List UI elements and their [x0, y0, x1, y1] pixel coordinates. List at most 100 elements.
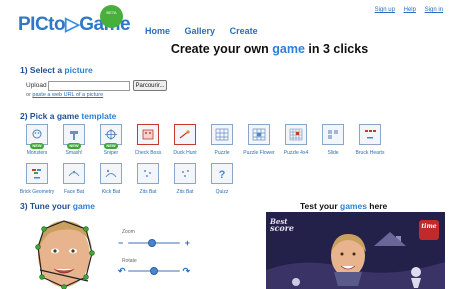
template-thumb — [322, 124, 344, 145]
step2-title-accent: template — [81, 111, 117, 121]
rotate-left-icon[interactable]: ↶ — [118, 266, 126, 276]
zoom-out-icon[interactable]: − — [118, 238, 123, 248]
drag-handle-icon[interactable] — [89, 250, 95, 256]
template-thumb — [137, 124, 159, 145]
template-thumb — [63, 163, 85, 184]
template-quizz[interactable]: ? Quizz — [203, 163, 241, 201]
step1-title: 1) Select a picture — [20, 65, 93, 75]
template-thumb — [174, 163, 196, 184]
paste-url-link[interactable]: paste a web URL of a picture — [32, 92, 103, 98]
template-label: Monsters — [26, 150, 48, 156]
drag-handle-icon[interactable] — [35, 244, 41, 250]
drag-handle-icon[interactable] — [61, 284, 67, 289]
zoom-knob[interactable] — [147, 239, 156, 247]
kick-icon — [105, 169, 117, 178]
template-label: Quizz — [215, 189, 229, 195]
template-sniper[interactable]: NEW Sniper — [92, 124, 130, 162]
template-zits-bat-1[interactable]: Zits Bat — [129, 163, 167, 201]
template-label: Brick Geometry — [19, 189, 55, 195]
logo-arrow-icon: ▷ — [65, 14, 80, 35]
slide-icon — [328, 130, 338, 139]
template-thumb — [100, 163, 122, 184]
step3-title: 3) Tune your game — [20, 201, 95, 211]
step2-title-text: 2) Pick a game — [20, 111, 82, 121]
page-title: Create your own game in 3 clicks — [0, 42, 449, 56]
flower-icon — [252, 128, 266, 141]
face-handles — [35, 226, 95, 289]
template-zits-bat-2[interactable]: Zits Bat — [166, 163, 204, 201]
bricks-icon — [32, 169, 41, 179]
drag-handle-icon[interactable] — [83, 226, 89, 232]
template-puzzle[interactable]: Puzzle — [203, 124, 241, 162]
zoom-slider[interactable]: − + — [118, 238, 190, 248]
new-badge: NEW — [67, 143, 81, 149]
template-puzzle-4x4[interactable]: Puzzle 4x4 — [277, 124, 315, 162]
monster-icon — [32, 129, 42, 139]
template-thumb — [359, 124, 381, 145]
hud-score-label: score — [270, 223, 295, 233]
template-label: Puzzle Flower — [243, 150, 275, 156]
hearts-icon — [365, 130, 376, 139]
headline-text: Create your own — [170, 42, 273, 56]
nav-gallery[interactable]: Gallery — [185, 26, 216, 36]
rotate-knob[interactable] — [150, 267, 158, 275]
browse-button[interactable]: Parcourir... — [133, 80, 167, 91]
template-puzzle-flower[interactable]: Puzzle Flower — [240, 124, 278, 162]
template-duck-hunt[interactable]: Duck Hunt — [166, 124, 204, 162]
zoom-in-icon[interactable]: + — [185, 238, 190, 248]
template-thumb: ? — [211, 163, 233, 184]
test-title-text: Test your — [300, 201, 340, 211]
template-label: Kick Bat — [101, 189, 121, 195]
main-nav: Home Gallery Create — [145, 26, 270, 36]
signup-link[interactable]: Sign up — [375, 7, 395, 13]
nav-home[interactable]: Home — [145, 26, 170, 36]
template-label: Zits Bat — [139, 189, 157, 195]
new-badge: NEW — [30, 143, 44, 149]
hud-time-badge: time — [419, 220, 439, 240]
drag-handle-icon[interactable] — [41, 226, 47, 232]
template-label: Puzzle 4x4 — [283, 150, 309, 156]
drag-handle-icon[interactable] — [83, 274, 89, 280]
template-label: Smash! — [65, 150, 83, 156]
face-editor[interactable] — [28, 215, 100, 289]
help-link[interactable]: Help — [404, 7, 416, 13]
question-mark-icon: ? — [219, 169, 226, 180]
template-slide[interactable]: Slide — [314, 124, 352, 162]
template-kick-bat[interactable]: Kick Bat — [92, 163, 130, 201]
test-title: Test your games here — [300, 201, 387, 211]
game-preview[interactable]: Best score time — [266, 212, 445, 289]
headline-tail: in 3 clicks — [304, 42, 369, 56]
rotate-label: Rotate — [122, 258, 137, 264]
template-bruck-hearts[interactable]: Bruck Hearts — [351, 124, 389, 162]
account-links: Sign up Help Sign in — [368, 7, 443, 13]
rotate-slider[interactable]: ↶ ↷ — [118, 266, 190, 276]
template-face-bat[interactable]: Face Bat — [55, 163, 93, 201]
template-label: Bruck Hearts — [355, 150, 385, 156]
upload-file-input[interactable] — [48, 81, 130, 91]
rotate-right-icon[interactable]: ↷ — [182, 266, 190, 276]
template-thumb — [26, 163, 48, 184]
template-label: Face Bat — [63, 189, 84, 195]
template-monsters[interactable]: NEW Monsters — [18, 124, 56, 162]
nav-create[interactable]: Create — [230, 26, 258, 36]
puzzle-4x4-icon — [289, 128, 303, 141]
step3-title-text: 3) Tune your — [20, 201, 73, 211]
test-title-tail: here — [366, 201, 388, 211]
template-smash[interactable]: NEW Smash! — [55, 124, 93, 162]
step1-title-text: 1) Select a — [20, 65, 65, 75]
template-label: Sniper — [103, 150, 119, 156]
template-brick-geometry[interactable]: Brick Geometry — [18, 163, 56, 201]
duck-icon — [179, 130, 190, 139]
logo-text: PICto — [18, 14, 66, 35]
beta-badge: BETA — [100, 5, 123, 28]
template-thumb — [211, 124, 233, 145]
new-badge: NEW — [104, 143, 118, 149]
step2-title: 2) Pick a game template — [20, 111, 116, 121]
template-check-boss[interactable]: Check Boss — [129, 124, 167, 162]
drag-handle-icon[interactable] — [39, 274, 45, 280]
zits-icon — [182, 170, 189, 177]
template-thumb — [174, 124, 196, 145]
url-hint: or paste a web URL of a picture — [26, 92, 103, 98]
signin-link[interactable]: Sign in — [425, 7, 443, 13]
template-label: Slide — [327, 150, 339, 156]
